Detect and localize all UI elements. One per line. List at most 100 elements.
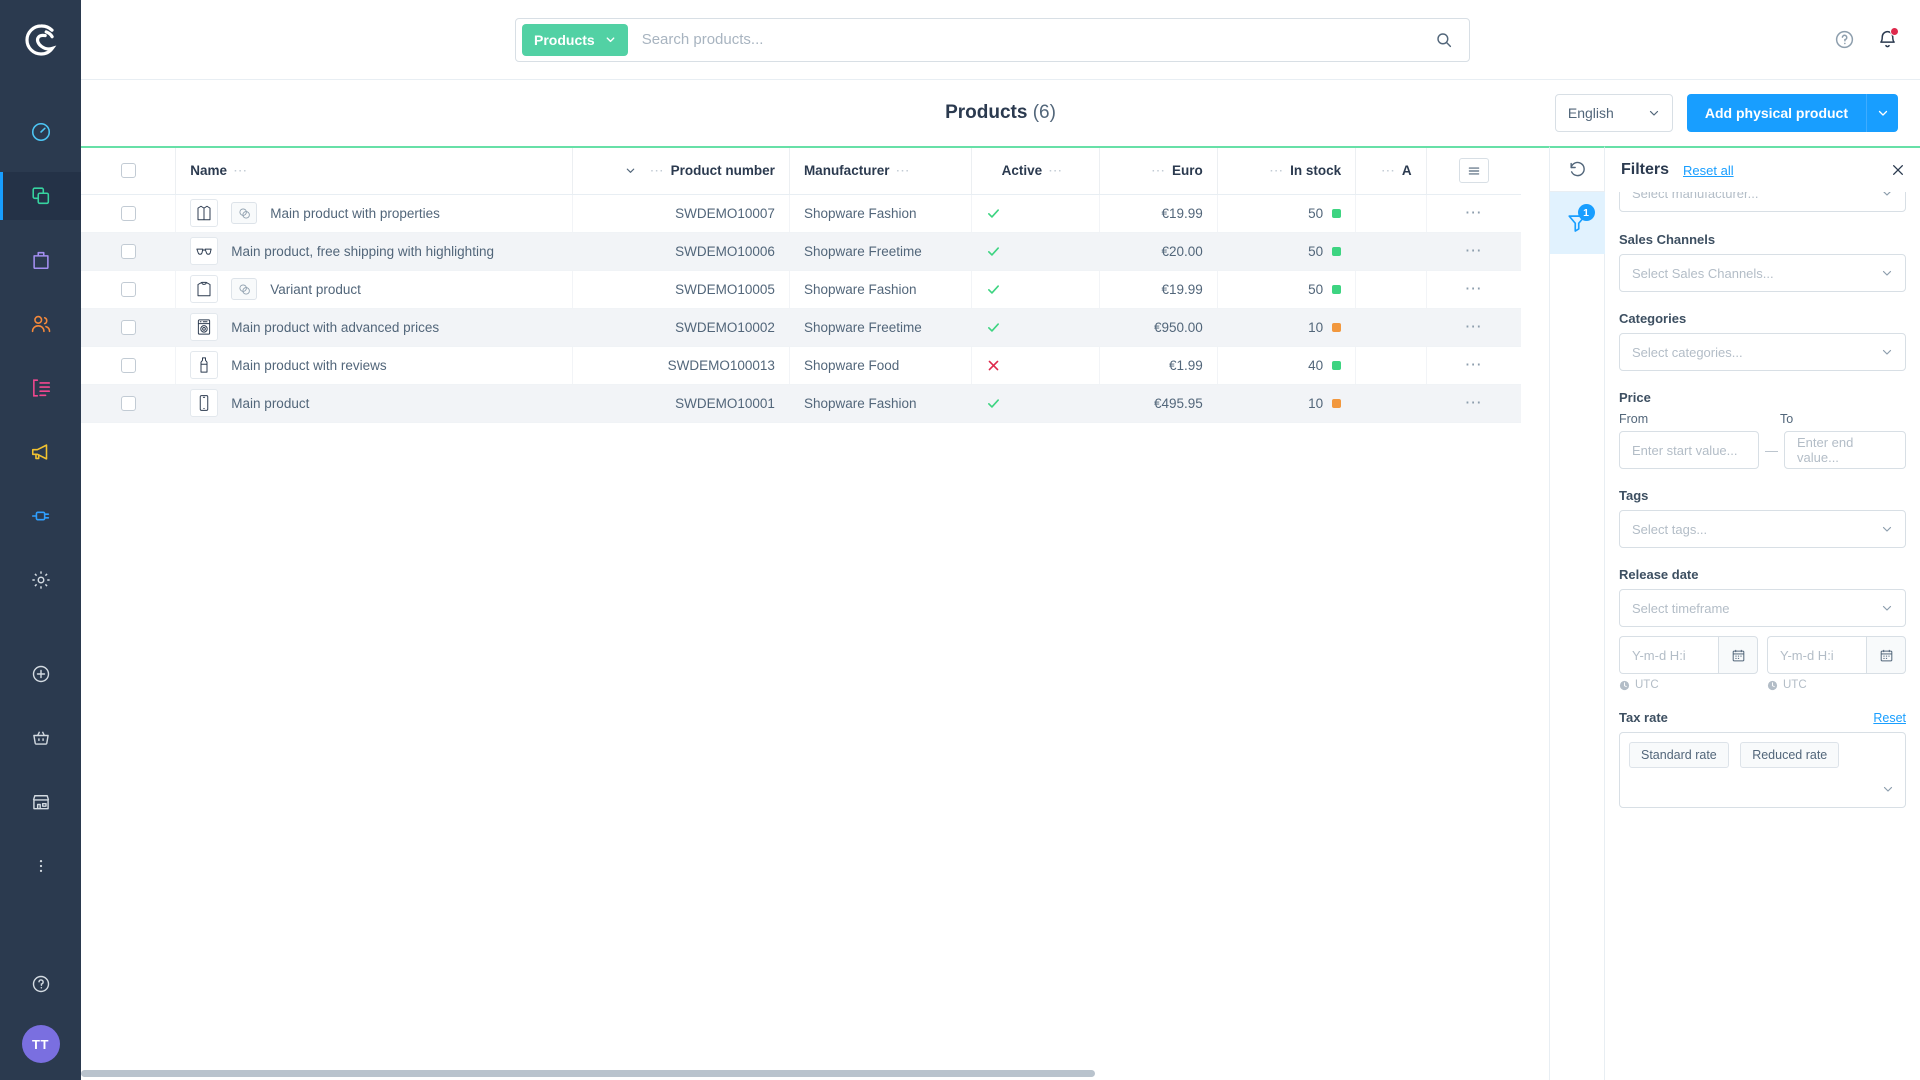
help-circle-icon[interactable] <box>1834 29 1855 50</box>
tags-select[interactable]: Select tags... <box>1619 510 1906 548</box>
search-input[interactable] <box>627 31 1435 48</box>
column-header-active[interactable]: Active ⋯ <box>971 148 1100 195</box>
release-date-to-input[interactable]: Y-m-d H:i <box>1767 636 1866 674</box>
more-horizontal-icon[interactable]: ⋯ <box>1465 355 1484 374</box>
variant-indicator-icon[interactable] <box>231 202 258 224</box>
horizontal-scrollbar[interactable] <box>81 1070 1095 1077</box>
price-to-placeholder: Enter end value... <box>1797 435 1854 465</box>
release-date-from-input[interactable]: Y-m-d H:i <box>1619 636 1718 674</box>
tax-rate-chip[interactable]: Standard rate <box>1629 742 1729 768</box>
sidebar-item-add[interactable] <box>0 650 81 698</box>
product-table: Name ⋯ ⋯ Product number Manufacturer ⋯ A… <box>81 148 1521 423</box>
tax-rate-multiselect[interactable]: Standard rate Reduced rate <box>1619 732 1906 808</box>
column-menu-icon[interactable]: ⋯ <box>1269 162 1284 179</box>
sidebar-item-settings[interactable] <box>0 556 81 604</box>
user-avatar-button[interactable]: TT <box>0 1008 81 1080</box>
sidebar-item-marketing[interactable] <box>0 428 81 476</box>
shopware-logo-icon[interactable] <box>0 0 81 80</box>
price-to-input[interactable]: Enter end value... <box>1784 431 1906 469</box>
column-menu-icon[interactable]: ⋯ <box>1151 162 1166 179</box>
table-row[interactable]: Main product, free shipping with highlig… <box>81 232 1521 271</box>
column-header-name[interactable]: Name ⋯ <box>175 148 574 195</box>
table-row[interactable]: Main product SWDEMO10001 Shopware Fashio… <box>81 384 1521 423</box>
column-header-available[interactable]: ⋯ A <box>1355 148 1427 195</box>
timeframe-select[interactable]: Select timeframe <box>1619 589 1906 627</box>
cell-row-actions: ⋯ <box>1426 232 1521 271</box>
column-header-manufacturer[interactable]: Manufacturer ⋯ <box>789 148 972 195</box>
filters-title: Filters <box>1621 161 1670 178</box>
row-checkbox[interactable] <box>120 319 136 335</box>
table-settings-icon[interactable] <box>1458 158 1489 184</box>
cell-name: Main product <box>175 384 574 423</box>
chevron-down-icon[interactable] <box>1882 783 1894 795</box>
column-header-in-stock[interactable]: ⋯ In stock <box>1217 148 1357 195</box>
cell-name: Main product with advanced prices <box>175 308 574 347</box>
column-menu-icon[interactable]: ⋯ <box>1381 162 1396 179</box>
more-horizontal-icon[interactable]: ⋯ <box>1465 203 1484 222</box>
row-checkbox[interactable] <box>120 205 136 221</box>
search-scope-selector[interactable]: Products <box>522 23 628 56</box>
release-date-from-timezone: UTC <box>1619 679 1758 691</box>
more-horizontal-icon[interactable]: ⋯ <box>1465 279 1484 298</box>
column-menu-icon[interactable]: ⋯ <box>895 162 910 179</box>
manufacturer-select[interactable]: Select manufacturer... <box>1619 192 1906 212</box>
sidebar-item-more[interactable] <box>0 842 81 890</box>
sidebar-item-extensions[interactable] <box>0 492 81 540</box>
column-header-product-number[interactable]: ⋯ Product number <box>572 148 790 195</box>
sidebar-item-orders[interactable] <box>0 236 81 284</box>
add-physical-product-button[interactable]: Add physical product <box>1686 94 1866 132</box>
refresh-counterclockwise-icon <box>1568 160 1587 179</box>
tax-rate-chip[interactable]: Reduced rate <box>1740 742 1840 768</box>
categories-select[interactable]: Select categories... <box>1619 333 1906 371</box>
more-horizontal-icon[interactable]: ⋯ <box>1465 393 1484 412</box>
sidebar-item-catalogues[interactable] <box>0 172 81 220</box>
close-x-icon[interactable] <box>1890 162 1906 178</box>
extensions-plug-icon <box>30 505 52 527</box>
page-header: Products (6) English Add physical produc… <box>81 80 1920 146</box>
price-from-input[interactable]: Enter start value... <box>1619 431 1759 469</box>
page-header-actions: English Add physical product <box>1554 94 1898 132</box>
column-header-euro[interactable]: ⋯ Euro <box>1099 148 1218 195</box>
sidebar-item-dashboard[interactable] <box>0 108 81 156</box>
sales-channels-select[interactable]: Select Sales Channels... <box>1619 254 1906 292</box>
calendar-icon[interactable] <box>1718 636 1758 674</box>
categories-placeholder: Select categories... <box>1632 344 1743 360</box>
select-all-checkbox[interactable] <box>120 163 136 179</box>
sidebar-item-basket[interactable] <box>0 714 81 762</box>
row-checkbox[interactable] <box>120 395 136 411</box>
cell-manufacturer: Shopware Food <box>789 346 972 385</box>
sidebar-item-storefront[interactable] <box>0 778 81 826</box>
filter-toggle-button[interactable]: 1 <box>1549 192 1605 254</box>
variant-indicator-icon[interactable] <box>231 278 258 300</box>
cell-manufacturer: Shopware Fashion <box>789 194 972 233</box>
sidebar-item-customers[interactable] <box>0 300 81 348</box>
sidebar-item-content[interactable] <box>0 364 81 412</box>
sort-chevron-down-icon[interactable] <box>625 165 636 176</box>
stock-status-dot <box>1332 208 1342 218</box>
more-horizontal-icon[interactable]: ⋯ <box>1465 241 1484 260</box>
table-row[interactable]: Main product with properties SWDEMO10007… <box>81 194 1521 233</box>
row-checkbox[interactable] <box>120 357 136 373</box>
notifications-button[interactable] <box>1877 27 1899 50</box>
column-menu-icon[interactable]: ⋯ <box>233 162 248 179</box>
more-horizontal-icon[interactable]: ⋯ <box>1465 317 1484 336</box>
table-row[interactable]: Main product with advanced prices SWDEMO… <box>81 308 1521 347</box>
search-magnifier-icon[interactable] <box>1435 31 1463 49</box>
table-row[interactable]: Variant product SWDEMO10005 Shopware Fas… <box>81 270 1521 309</box>
column-label-product-number: Product number <box>670 163 775 179</box>
table-row[interactable]: Main product with reviews SWDEMO100013 S… <box>81 346 1521 385</box>
reset-tax-rate-link[interactable]: Reset <box>1873 711 1906 725</box>
reset-all-filters-link[interactable]: Reset all <box>1683 163 1734 178</box>
sidebar-item-help[interactable] <box>0 960 81 1008</box>
row-checkbox[interactable] <box>120 243 136 259</box>
check-icon <box>986 244 1085 259</box>
calendar-icon[interactable] <box>1866 636 1906 674</box>
column-menu-icon[interactable]: ⋯ <box>1048 162 1063 179</box>
content-region: Name ⋯ ⋯ Product number Manufacturer ⋯ A… <box>81 146 1920 1080</box>
language-select[interactable]: English <box>1554 94 1673 132</box>
column-menu-icon[interactable]: ⋯ <box>650 162 665 179</box>
add-product-dropdown-toggle[interactable] <box>1866 94 1898 132</box>
refresh-button[interactable] <box>1549 148 1605 192</box>
row-checkbox[interactable] <box>120 281 136 297</box>
storefront-icon <box>31 792 51 812</box>
